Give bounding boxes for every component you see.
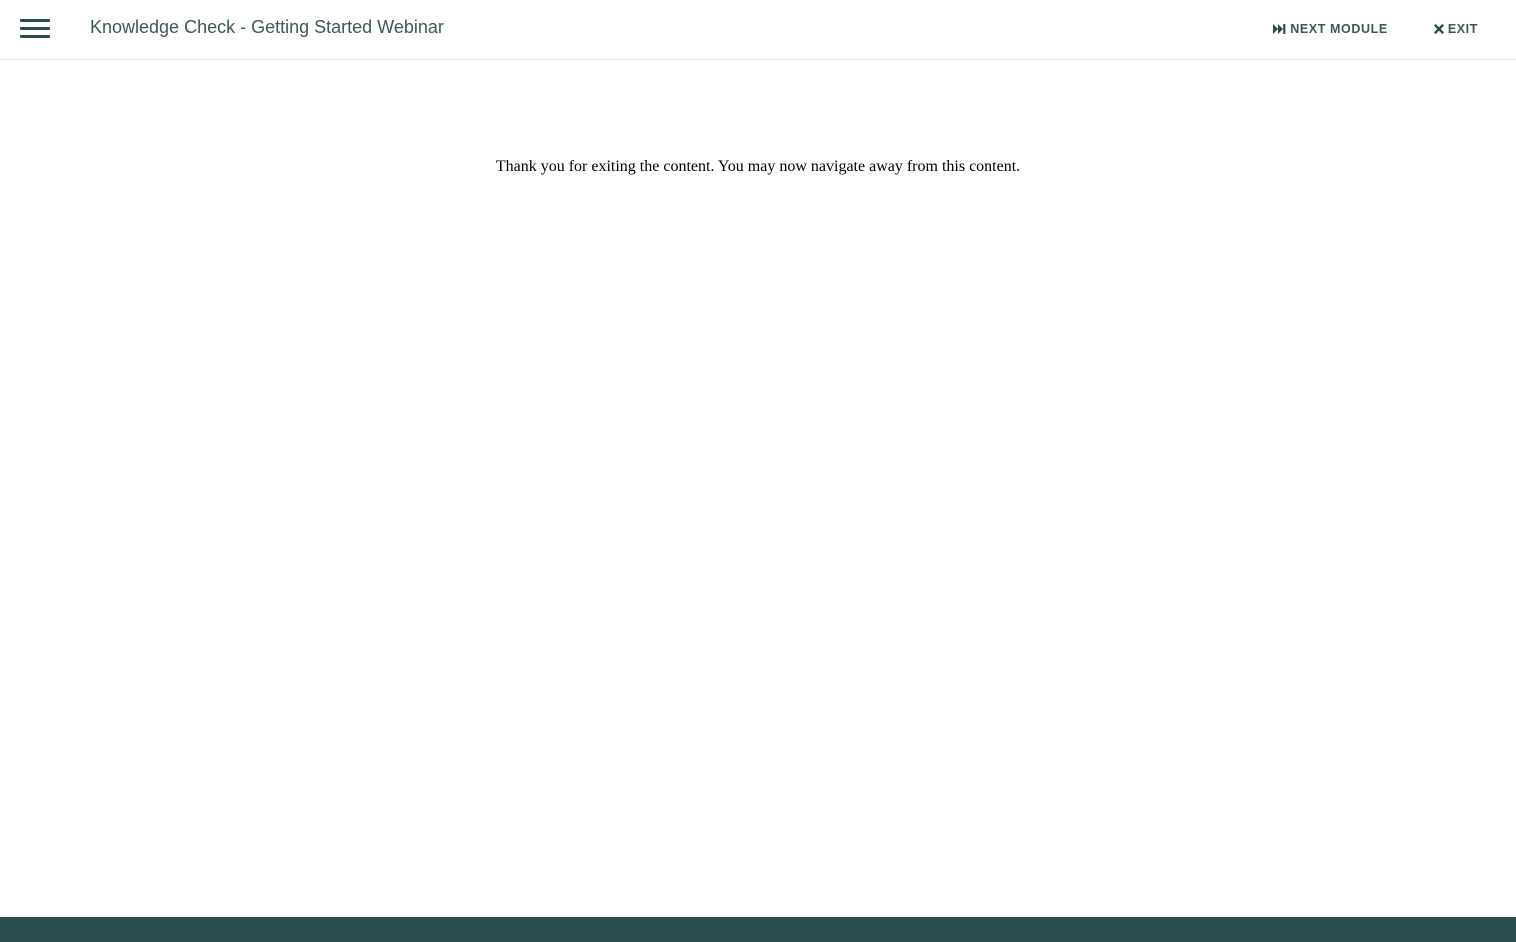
next-module-label: NEXT MODULE <box>1290 22 1388 36</box>
top-navigation-bar: Knowledge Check - Getting Started Webina… <box>0 0 1516 60</box>
footer-bar <box>0 917 1516 942</box>
skip-forward-icon <box>1273 24 1286 34</box>
exit-button[interactable]: EXIT <box>1434 22 1478 36</box>
exit-label: EXIT <box>1447 22 1478 36</box>
exit-message: Thank you for exiting the content. You m… <box>495 158 1021 175</box>
page: Knowledge Check - Getting Started Webina… <box>0 0 1516 942</box>
menu-line <box>20 35 50 38</box>
course-title: Knowledge Check - Getting Started Webina… <box>90 17 444 37</box>
next-module-button[interactable]: NEXT MODULE <box>1273 22 1388 36</box>
close-icon <box>1434 24 1444 34</box>
menu-line <box>20 19 50 22</box>
hamburger-menu-icon[interactable] <box>20 19 50 41</box>
header-actions: NEXT MODULE EXIT <box>1273 22 1478 36</box>
menu-line <box>20 27 50 30</box>
